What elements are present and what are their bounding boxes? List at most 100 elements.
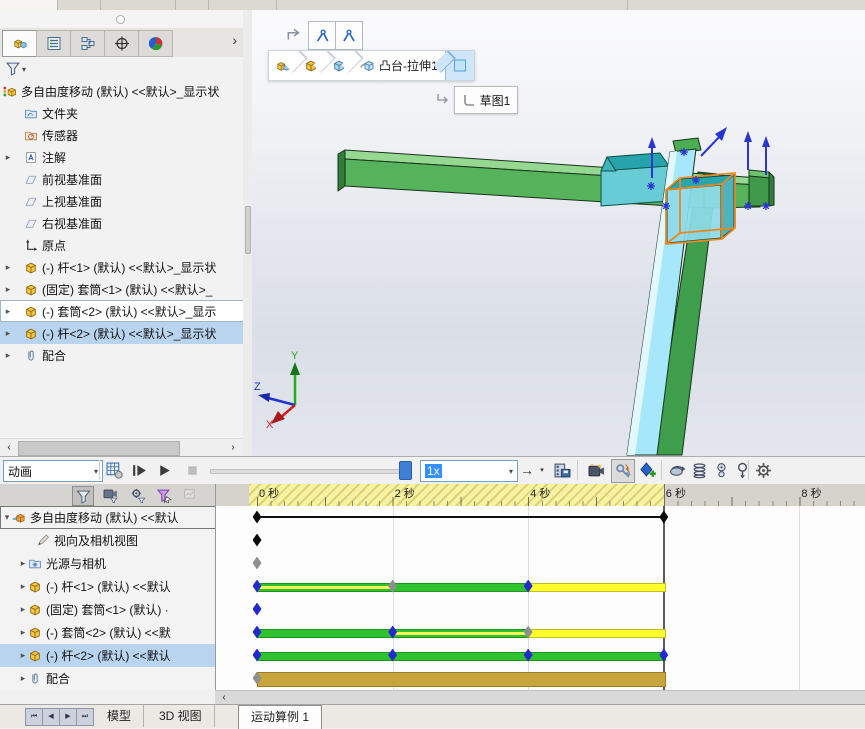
tree-expand-icon[interactable]: ▸	[3, 152, 13, 163]
sketch1-button[interactable]: 草图1	[454, 86, 518, 114]
tree-expand-icon[interactable]: ▸	[3, 262, 13, 273]
playback-speed-combobox[interactable]: 1x ▾	[420, 460, 518, 482]
tree-expand-icon[interactable]: ▸	[3, 350, 13, 361]
motor-button[interactable]	[666, 459, 688, 481]
scroll-left-icon[interactable]: ‹	[2, 441, 16, 455]
tree-expand-icon[interactable]: ▸	[18, 604, 28, 615]
contact-button[interactable]	[710, 459, 732, 481]
autokey-toggle-button[interactable]	[611, 459, 635, 483]
change-bar[interactable]	[257, 672, 666, 687]
play-from-start-button[interactable]	[128, 459, 150, 481]
playback-mode-button[interactable]: →	[518, 459, 536, 481]
spring-button[interactable]	[688, 459, 710, 481]
commandmanager-tab[interactable]	[57, 0, 101, 10]
study-type-combobox[interactable]: 动画 ▾	[3, 460, 103, 482]
motion-tree-item[interactable]: ▸(-) 杆<2> (默认) <<默认	[0, 644, 215, 667]
motion-tree-item[interactable]: ▸(固定) 套筒<1> (默认) ·	[0, 598, 215, 621]
nav-prev-button[interactable]: ◀	[42, 708, 60, 726]
feature-tree-item[interactable]: 传感器	[0, 124, 243, 146]
scroll-left-icon[interactable]: ‹	[217, 691, 231, 705]
timeline-tracks[interactable]	[215, 506, 865, 690]
key-point[interactable]	[253, 603, 262, 616]
tab-featuremanager[interactable]	[2, 30, 37, 57]
change-bar[interactable]	[528, 583, 666, 592]
tree-expand-icon[interactable]: ▸	[3, 284, 13, 295]
key-point[interactable]	[253, 511, 262, 524]
nav-next-button[interactable]: ▶	[59, 708, 77, 726]
study-tab-1[interactable]: 模型	[95, 705, 144, 727]
commandmanager-tab[interactable]	[276, 0, 628, 10]
tree-expand-icon[interactable]: ▾	[2, 512, 12, 523]
graphics-area[interactable]: 凸台-拉伸1 草图1 Y Z X	[252, 10, 865, 456]
playback-mode-dropdown[interactable]: ▾	[536, 459, 548, 481]
sleeve1[interactable]	[601, 153, 669, 206]
feature-tree-item[interactable]: ▸(固定) 套筒<1> (默认) <<默认>_	[0, 278, 243, 300]
feature-tree-hscrollbar[interactable]: ‹ ›	[0, 438, 243, 457]
breadcrumb-feature[interactable]: 凸台-拉伸1	[353, 51, 445, 80]
rod1-end-cap[interactable]	[749, 170, 774, 206]
timeline-ruler[interactable]: 0 秒2 秒4 秒6 秒8 秒	[215, 484, 865, 507]
filter-animated-button[interactable]	[100, 486, 120, 504]
feature-tree-item[interactable]: 前视基准面	[0, 168, 243, 190]
change-bar[interactable]	[393, 629, 531, 638]
save-animation-button[interactable]	[551, 459, 573, 481]
tree-expand-icon[interactable]: ▸	[18, 627, 28, 638]
motion-tree-item[interactable]: ▾多自由度移动 (默认) <<默认	[0, 506, 215, 529]
time-slider-track[interactable]	[210, 469, 412, 474]
tree-expand-icon[interactable]: ▸	[18, 650, 28, 661]
mate-button-2[interactable]	[335, 21, 363, 50]
feature-tree-item[interactable]: 文件夹	[0, 102, 243, 124]
feature-tree-item[interactable]: ▸配合	[0, 344, 243, 366]
filter-selected-button[interactable]	[154, 486, 174, 504]
motion-tree-item[interactable]: ▸(-) 套筒<2> (默认) <<默	[0, 621, 215, 644]
study-tab-2[interactable]: 3D 视图	[147, 705, 215, 727]
feature-tree-item[interactable]: ▸(-) 杆<1> (默认) <<默认>_显示状	[0, 256, 243, 278]
current-time-bar[interactable]	[663, 506, 665, 690]
feature-tree-item[interactable]: ▸注解	[0, 146, 243, 168]
tree-expand-icon[interactable]: ▸	[18, 581, 28, 592]
filter-driving-button[interactable]	[128, 486, 148, 504]
tree-expand-icon[interactable]: ▸	[3, 306, 13, 317]
panel-collapse-handle[interactable]	[116, 15, 125, 24]
filter-all-button[interactable]	[72, 486, 94, 506]
feature-tree-item[interactable]: 上视基准面	[0, 190, 243, 212]
motion-tree-item[interactable]: 视向及相机视图	[0, 529, 215, 552]
filter-dropdown-icon[interactable]: ▾	[22, 65, 26, 74]
motion-tree-item[interactable]: ▸(-) 杆<1> (默认) <<默认	[0, 575, 215, 598]
change-bar[interactable]	[528, 629, 666, 638]
mate-button-1[interactable]	[308, 21, 336, 50]
motion-study-properties-button[interactable]	[752, 459, 774, 481]
gravity-button[interactable]	[731, 459, 753, 481]
time-slider-thumb[interactable]	[399, 461, 412, 480]
play-button[interactable]	[153, 459, 175, 481]
commandmanager-tab[interactable]	[208, 0, 277, 10]
commandmanager-tab[interactable]	[0, 0, 58, 10]
scroll-right-icon[interactable]: ›	[226, 441, 240, 455]
change-bar[interactable]	[393, 583, 531, 592]
filter-funnel-icon[interactable]	[5, 61, 21, 76]
key-point[interactable]	[659, 511, 668, 524]
tab-configurationmanager[interactable]	[70, 30, 105, 57]
sleeve2[interactable]	[667, 175, 734, 243]
motion-tree-item[interactable]: ▸配合	[0, 667, 215, 690]
tab-propertymanager[interactable]	[36, 30, 71, 57]
add-key-button[interactable]	[637, 459, 659, 481]
study-tab-3[interactable]: 运动算例 1	[238, 705, 322, 729]
feature-tree-item[interactable]: ▸(-) 套筒<2> (默认) <<默认>_显示	[0, 300, 243, 322]
tab-dimxpertmanager[interactable]	[104, 30, 139, 57]
feature-tree-item[interactable]: 多自由度移动 (默认) <<默认>_显示状	[0, 80, 243, 102]
commandmanager-tab[interactable]	[175, 0, 209, 10]
breadcrumb-assembly[interactable]	[269, 51, 297, 80]
change-bar[interactable]	[257, 652, 666, 661]
more-tabs-chevron-icon[interactable]: ›	[232, 32, 237, 48]
stop-button[interactable]	[181, 459, 203, 481]
key-point[interactable]	[253, 557, 262, 570]
tree-expand-icon[interactable]: ▸	[18, 673, 28, 684]
feature-tree-item[interactable]: 原点	[0, 234, 243, 256]
total-duration-line[interactable]	[257, 516, 664, 518]
change-bar[interactable]	[257, 629, 395, 638]
feature-tree-item[interactable]: ▸(-) 杆<2> (默认) <<默认>_显示状	[0, 322, 243, 344]
feature-tree-item[interactable]: 右视基准面	[0, 212, 243, 234]
key-point[interactable]	[253, 534, 262, 547]
commandmanager-tab[interactable]	[100, 0, 176, 10]
